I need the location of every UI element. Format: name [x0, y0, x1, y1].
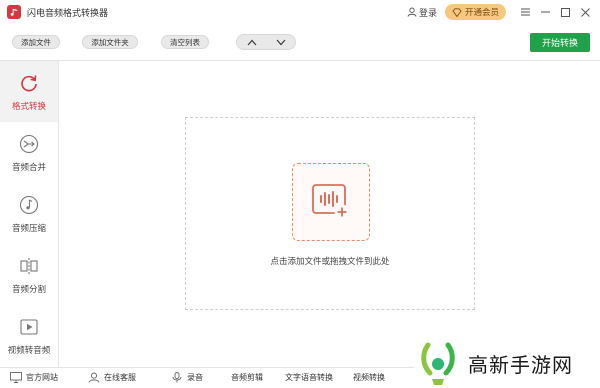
official-site-label: 官方网站 — [26, 373, 58, 382]
watermark-text: 高新手游网 — [468, 352, 573, 377]
service-icon — [88, 372, 100, 383]
drop-hint-text: 点击添加文件或拖拽文件到此处 — [270, 257, 390, 267]
login-label: 登录 — [418, 8, 437, 19]
online-service-link[interactable]: 在线客服 — [88, 372, 136, 383]
start-convert-button[interactable]: 开始转换 — [530, 33, 590, 52]
sidebar-item-format-convert[interactable]: 格式转换 — [0, 61, 58, 122]
user-icon — [407, 7, 417, 17]
watermark-logo-icon — [421, 342, 455, 385]
maximize-button[interactable] — [556, 3, 574, 21]
refresh-icon — [18, 72, 40, 94]
note-icon — [18, 194, 40, 216]
chevron-down-icon — [276, 39, 285, 45]
online-service-label: 在线客服 — [104, 373, 136, 382]
vip-button[interactable]: 开通会员 — [444, 4, 506, 20]
record-link[interactable]: 录音 — [171, 372, 203, 383]
sidebar-item-audio-compress[interactable]: 音频压缩 — [0, 183, 58, 244]
file-drop-zone[interactable]: 点击添加文件或拖拽文件到此处 — [185, 117, 475, 310]
text-to-speech-label: 文字语音转换 — [285, 373, 333, 382]
app-logo-icon — [7, 5, 21, 19]
microphone-icon — [172, 372, 182, 383]
add-file-area[interactable] — [292, 163, 370, 241]
video-convert-link[interactable]: 视频转换 — [353, 372, 385, 383]
sidebar-item-label: 格式转换 — [11, 101, 46, 112]
text-to-speech-link[interactable]: 文字语音转换 — [285, 372, 333, 383]
watermark: 高新手游网 — [414, 338, 600, 388]
move-up-button[interactable] — [237, 35, 266, 49]
official-site-link[interactable]: 官方网站 — [10, 372, 58, 383]
move-buttons — [236, 34, 296, 50]
move-down-button[interactable] — [266, 35, 295, 49]
sidebar-item-label: 音频分割 — [11, 284, 46, 295]
monitor-icon — [10, 372, 22, 383]
record-label: 录音 — [187, 373, 203, 382]
add-folder-button[interactable]: 添加文件夹 — [82, 35, 138, 49]
play-icon — [18, 316, 40, 338]
close-button[interactable] — [576, 3, 594, 21]
sidebar-item-label: 音频合并 — [11, 162, 46, 173]
video-convert-label: 视频转换 — [353, 373, 385, 382]
app-title: 闪电音频格式转换器 — [27, 8, 109, 19]
audio-edit-label: 音频剪辑 — [231, 373, 263, 382]
sidebar-item-label: 视频转音频 — [7, 345, 51, 356]
chevron-up-icon — [247, 39, 256, 45]
sidebar: 格式转换 音频合并 音频压缩 音频分割 视频转音频 — [0, 61, 59, 367]
title-bar: 闪电音频格式转换器 登录 开通会员 — [0, 0, 600, 24]
toolbar: 添加文件 添加文件夹 清空列表 开始转换 — [0, 24, 600, 61]
menu-button[interactable] — [516, 3, 534, 21]
sidebar-item-label: 音频压缩 — [11, 223, 46, 234]
audio-edit-link[interactable]: 音频剪辑 — [231, 372, 263, 383]
clear-list-button[interactable]: 清空列表 — [161, 35, 209, 49]
add-file-button[interactable]: 添加文件 — [12, 35, 60, 49]
menu-icon — [520, 8, 530, 16]
close-icon — [580, 7, 590, 17]
sidebar-item-audio-split[interactable]: 音频分割 — [0, 244, 58, 305]
audio-add-icon — [312, 184, 350, 220]
maximize-icon — [560, 7, 570, 17]
login-button[interactable]: 登录 — [407, 6, 437, 19]
sidebar-item-audio-merge[interactable]: 音频合并 — [0, 122, 58, 183]
merge-icon — [18, 133, 40, 155]
minimize-button[interactable] — [536, 3, 554, 21]
split-icon — [18, 255, 40, 277]
vip-label: 开通会员 — [464, 8, 499, 18]
minimize-icon — [540, 11, 550, 13]
sidebar-item-video-to-audio[interactable]: 视频转音频 — [0, 305, 58, 366]
diamond-icon — [452, 7, 462, 17]
